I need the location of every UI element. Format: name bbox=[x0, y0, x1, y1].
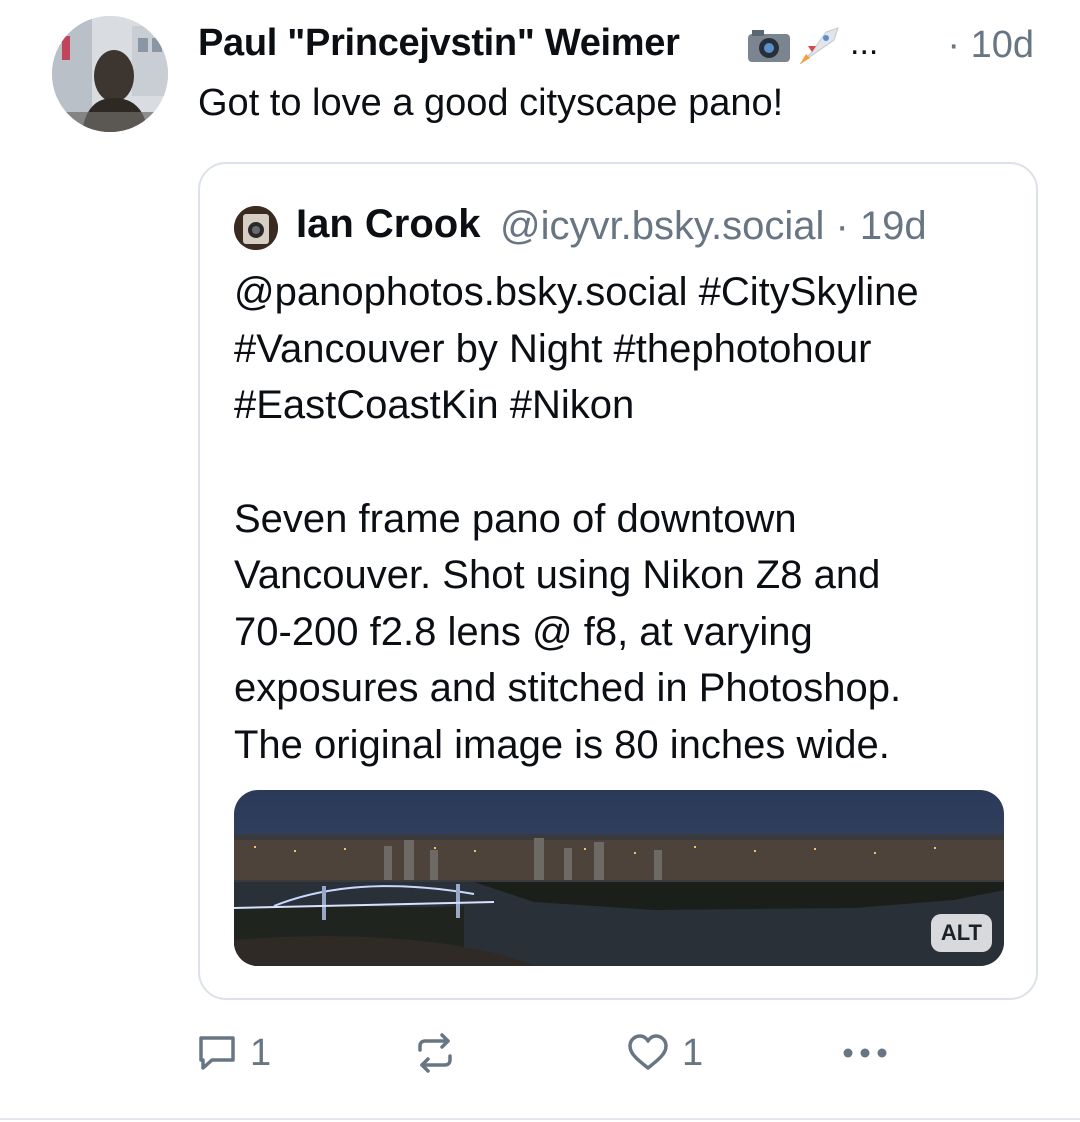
reply-button[interactable]: 1 bbox=[196, 1028, 271, 1078]
like-button[interactable]: 1 bbox=[626, 1028, 703, 1078]
panorama-image[interactable]: ALT bbox=[234, 790, 1004, 966]
author-avatar[interactable] bbox=[52, 16, 168, 132]
camera-avatar-icon bbox=[234, 206, 278, 250]
repost-button[interactable] bbox=[414, 1028, 456, 1078]
heart-icon bbox=[628, 1034, 668, 1070]
post-header: Paul "Princejvstin" Weimer ... · 10d bbox=[198, 18, 1038, 70]
post-actions: 1 1 bbox=[196, 1028, 1036, 1078]
post-divider bbox=[0, 1118, 1080, 1120]
quoted-author-avatar[interactable] bbox=[234, 206, 278, 250]
reply-count: 1 bbox=[250, 1031, 272, 1074]
quoted-post-text: @panophotos.bsky.social #CitySkyline #Va… bbox=[234, 264, 1024, 773]
more-options-button[interactable] bbox=[838, 1028, 892, 1078]
more-dots-icon bbox=[843, 1048, 887, 1058]
quoted-author-name[interactable]: Ian Crook bbox=[296, 202, 480, 247]
alt-text-badge[interactable]: ALT bbox=[930, 914, 992, 952]
quoted-author-handle[interactable]: @icyvr.bsky.social · 19d bbox=[500, 204, 927, 249]
repost-arrows-icon bbox=[418, 1033, 452, 1073]
speech-bubble-icon bbox=[199, 1036, 235, 1070]
avatar-photo bbox=[52, 16, 168, 132]
camera-rocket-emoji-icon bbox=[748, 27, 839, 65]
quoted-hashtags: @panophotos.bsky.social #CitySkyline #Va… bbox=[234, 270, 919, 427]
post[interactable]: Paul "Princejvstin" Weimer ... · 10d Got… bbox=[0, 0, 1080, 1122]
vancouver-night-panorama bbox=[234, 790, 1004, 966]
quoted-description: Seven frame pano of downtown Vancouver. … bbox=[234, 496, 902, 767]
name-truncation: ... bbox=[850, 24, 879, 62]
post-timestamp[interactable]: · 10d bbox=[947, 24, 1034, 67]
quoted-post-card[interactable]: Ian Crook @icyvr.bsky.social · 19d @pano… bbox=[198, 162, 1038, 1000]
like-count: 1 bbox=[682, 1031, 704, 1074]
post-text: Got to love a good cityscape pano! bbox=[198, 82, 784, 124]
author-name[interactable]: Paul "Princejvstin" Weimer bbox=[198, 22, 680, 65]
